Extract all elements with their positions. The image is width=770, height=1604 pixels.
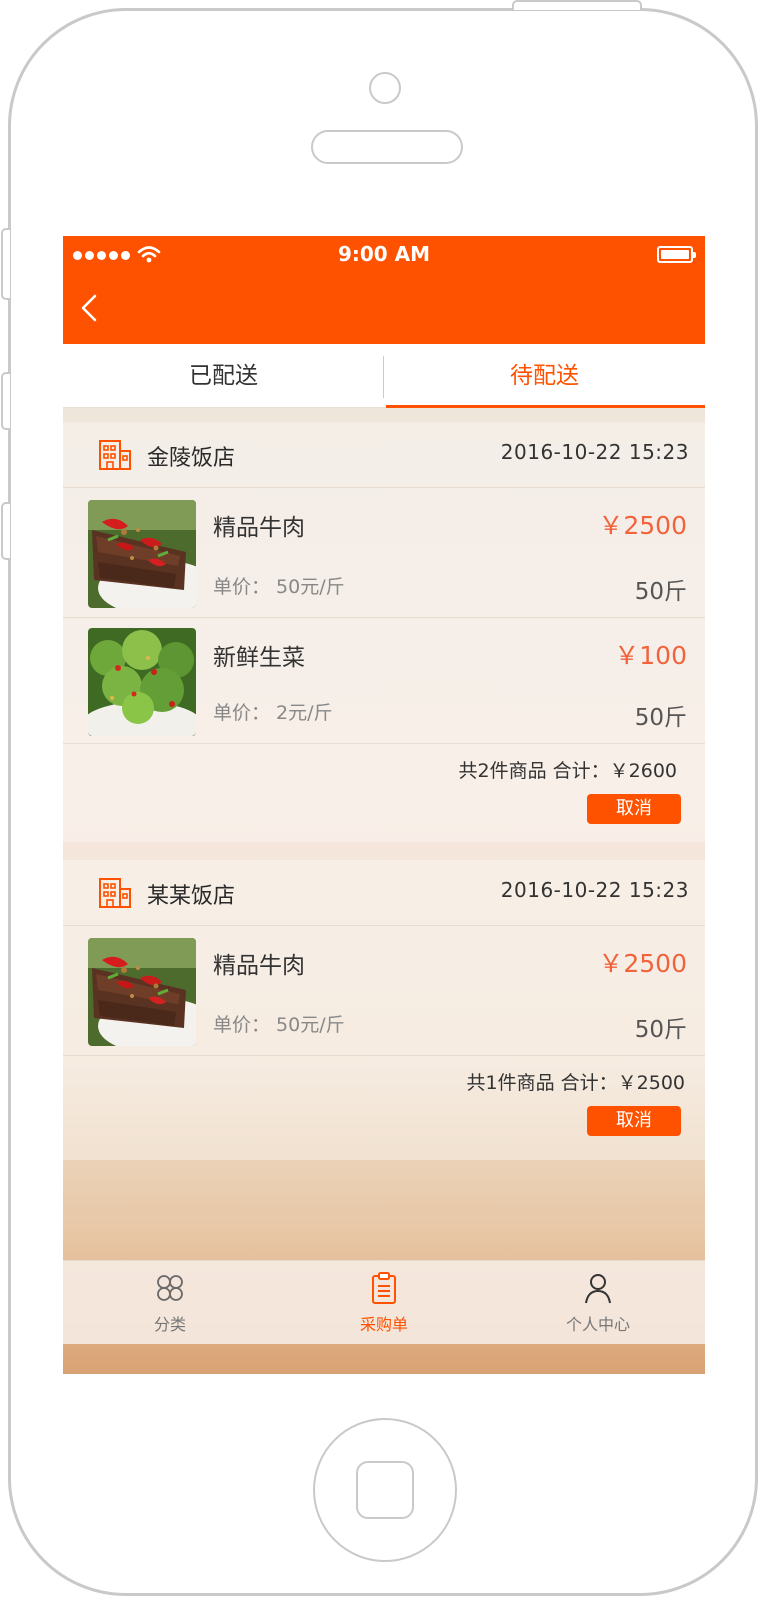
tabbar-item-category[interactable]: 分类 xyxy=(63,1261,277,1345)
item-total-price: ￥2500 xyxy=(598,511,687,540)
item-quantity: 50斤 xyxy=(634,705,687,731)
delivery-tabs: 已配送 待配送 xyxy=(63,344,705,408)
order-item[interactable]: 新鲜生菜 单价： 2元/斤 ￥100 50斤 xyxy=(63,618,705,744)
app-screen: 9:00 AM 已配送 待配送 金陵饭店 2016-10-22 15:23 精品… xyxy=(63,236,705,1374)
beef-dish-image xyxy=(88,500,196,608)
home-button-square xyxy=(356,1461,414,1519)
order-item[interactable]: 精品牛肉 单价： 50元/斤 ￥2500 50斤 xyxy=(63,926,705,1056)
volume-down-button xyxy=(1,502,10,560)
bottom-tab-bar: 分类 采购单 个人中心 xyxy=(63,1260,705,1344)
lettuce-salad-image xyxy=(88,628,196,736)
item-name: 精品牛肉 xyxy=(213,953,305,979)
order-footer: 共1件商品 合计：￥2500 取消 xyxy=(63,1056,705,1160)
earpiece-speaker xyxy=(311,130,463,164)
item-total-price: ￥100 xyxy=(614,641,687,670)
item-name: 新鲜生菜 xyxy=(213,645,305,671)
order-item[interactable]: 精品牛肉 单价： 50元/斤 ￥2500 50斤 xyxy=(63,488,705,618)
tab-pending-delivery[interactable]: 待配送 xyxy=(384,344,705,408)
building-icon xyxy=(99,878,131,908)
back-arrow-icon[interactable] xyxy=(75,288,105,328)
cancel-button[interactable]: 取消 xyxy=(587,1106,681,1136)
status-bar: 9:00 AM xyxy=(63,236,705,274)
building-icon xyxy=(99,440,131,470)
power-button xyxy=(512,0,642,10)
mute-switch xyxy=(1,228,10,300)
order-header: 某某饭店 2016-10-22 15:23 xyxy=(63,860,705,926)
status-time: 9:00 AM xyxy=(337,242,431,266)
user-icon xyxy=(585,1274,611,1304)
item-unit-price: 单价： 50元/斤 xyxy=(213,1014,345,1036)
tabbar-label: 采购单 xyxy=(359,1315,408,1334)
tabbar-label: 个人中心 xyxy=(565,1315,630,1334)
item-quantity: 50斤 xyxy=(634,1017,687,1043)
volume-up-button xyxy=(1,372,10,430)
item-quantity: 50斤 xyxy=(634,579,687,605)
shop-name: 金陵饭店 xyxy=(147,446,236,471)
tab-delivered[interactable]: 已配送 xyxy=(63,344,384,408)
order-footer: 共2件商品 合计：￥2600 取消 xyxy=(63,744,705,842)
cancel-button[interactable]: 取消 xyxy=(587,794,681,824)
order-summary: 共1件商品 合计：￥2500 xyxy=(466,1072,685,1094)
item-unit-price: 单价： 2元/斤 xyxy=(213,702,333,724)
order-summary: 共2件商品 合计：￥2600 xyxy=(458,760,677,782)
tabbar-label: 分类 xyxy=(153,1315,186,1334)
tabbar-item-profile[interactable]: 个人中心 xyxy=(491,1261,705,1345)
tabbar-item-purchase-order[interactable]: 采购单 xyxy=(277,1261,491,1345)
front-camera xyxy=(369,72,401,104)
item-name: 精品牛肉 xyxy=(213,515,305,541)
shop-name: 某某饭店 xyxy=(147,884,236,909)
category-icon xyxy=(157,1275,183,1301)
order-header: 金陵饭店 2016-10-22 15:23 xyxy=(63,422,705,488)
order-card: 金陵饭店 2016-10-22 15:23 精品牛肉 单价： 50元/斤 ￥25… xyxy=(63,422,705,842)
order-card: 某某饭店 2016-10-22 15:23 精品牛肉 单价： 50元/斤 ￥25… xyxy=(63,860,705,1160)
order-date: 2016-10-22 15:23 xyxy=(500,440,689,464)
order-date: 2016-10-22 15:23 xyxy=(500,878,689,902)
item-unit-price: 单价： 50元/斤 xyxy=(213,576,345,598)
nav-bar xyxy=(63,274,705,344)
battery-icon xyxy=(657,246,696,263)
beef-dish-image xyxy=(88,938,196,1046)
clipboard-icon xyxy=(372,1272,396,1304)
item-total-price: ￥2500 xyxy=(598,949,687,978)
